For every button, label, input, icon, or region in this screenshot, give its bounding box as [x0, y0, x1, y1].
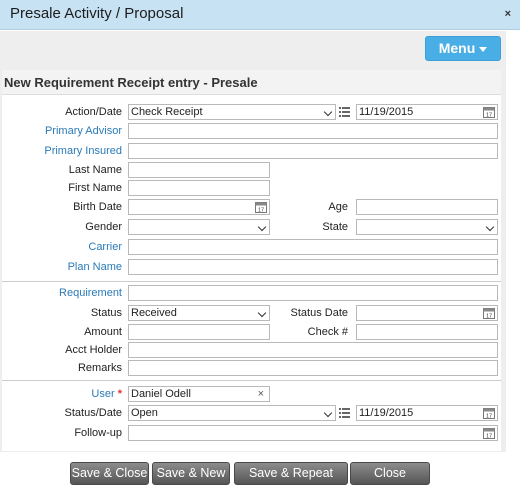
status-select[interactable]: Received: [128, 305, 270, 321]
primary-advisor-label[interactable]: Primary Advisor: [45, 125, 122, 137]
user-label[interactable]: User *: [91, 388, 122, 400]
divider: [2, 380, 501, 381]
status-date-label: Status Date: [290, 307, 348, 319]
requirement-input[interactable]: [128, 285, 498, 301]
remarks-input[interactable]: [128, 360, 498, 376]
required-marker: *: [117, 388, 122, 400]
section-header: New Requirement Receipt entry - Presale: [2, 70, 501, 95]
birth-date-input[interactable]: 17: [128, 199, 270, 215]
followup-input[interactable]: 17: [128, 425, 498, 441]
clear-icon[interactable]: ×: [258, 387, 264, 401]
birth-date-label: Birth Date: [73, 201, 122, 213]
calendar-icon[interactable]: 17: [483, 307, 495, 319]
first-name-input[interactable]: [128, 180, 270, 196]
close-icon[interactable]: ×: [505, 8, 511, 20]
status2-select-value: Open: [131, 407, 158, 419]
action-date-input[interactable]: 11/19/2015 17: [356, 104, 498, 120]
user-input[interactable]: Daniel Odell ×: [128, 386, 270, 402]
state-label: State: [322, 221, 348, 233]
svg-text:17: 17: [486, 434, 492, 440]
chevron-down-icon: [323, 107, 333, 117]
remarks-label: Remarks: [77, 362, 122, 374]
svg-text:17: 17: [258, 208, 264, 214]
form-panel: New Requirement Receipt entry - Presale …: [2, 70, 501, 451]
status-date-input[interactable]: 17: [356, 305, 498, 321]
window-title: Presale Activity / Proposal: [10, 5, 184, 22]
status-label: Status: [90, 307, 122, 319]
plan-name-input[interactable]: [128, 259, 498, 275]
acct-holder-label: Acct Holder: [65, 344, 122, 356]
close-button[interactable]: Close: [350, 462, 430, 485]
chevron-down-icon: [257, 222, 267, 232]
menu-button-label: Menu: [438, 40, 476, 56]
calendar-icon[interactable]: 17: [483, 427, 495, 439]
svg-text:17: 17: [486, 314, 492, 320]
age-label: Age: [328, 201, 348, 213]
acct-holder-input[interactable]: [128, 342, 498, 358]
list-icon[interactable]: [339, 408, 350, 418]
section-title: New Requirement Receipt entry - Presale: [4, 75, 258, 90]
amount-label: Amount: [84, 326, 122, 338]
status-select-value: Received: [131, 307, 177, 319]
action-date-value: 11/19/2015: [359, 106, 414, 118]
action-select-value: Check Receipt: [131, 106, 203, 118]
amount-input[interactable]: [128, 324, 270, 340]
action-select[interactable]: Check Receipt: [128, 104, 336, 120]
last-name-input[interactable]: [128, 162, 270, 178]
status2-select[interactable]: Open: [128, 405, 336, 421]
status-date2-label: Status/Date: [64, 407, 122, 419]
state-select[interactable]: [356, 219, 498, 235]
gender-select[interactable]: [128, 219, 270, 235]
divider: [2, 281, 501, 282]
chevron-down-icon: [323, 408, 333, 418]
calendar-icon[interactable]: 17: [483, 106, 495, 118]
user-label-text: User: [91, 388, 115, 400]
calendar-icon[interactable]: 17: [255, 201, 267, 213]
followup-label: Follow-up: [74, 427, 122, 439]
last-name-label: Last Name: [68, 164, 122, 176]
primary-insured-label[interactable]: Primary Insured: [44, 145, 122, 157]
check-number-label: Check #: [307, 326, 348, 338]
save-repeat-button[interactable]: Save & Repeat: [234, 462, 348, 485]
plan-name-label[interactable]: Plan Name: [68, 261, 122, 273]
primary-advisor-input[interactable]: [128, 123, 498, 139]
window-titlebar: Presale Activity / Proposal ×: [0, 0, 520, 30]
requirement-label[interactable]: Requirement: [59, 287, 122, 299]
status2-date-value: 11/19/2015: [359, 407, 414, 419]
carrier-input[interactable]: [128, 239, 498, 255]
check-number-input[interactable]: [356, 324, 498, 340]
action-date-label: Action/Date: [65, 106, 122, 118]
svg-text:17: 17: [486, 414, 492, 420]
save-close-button[interactable]: Save & Close: [70, 462, 149, 485]
primary-insured-input[interactable]: [128, 143, 498, 159]
menu-button[interactable]: Menu: [425, 36, 501, 61]
age-input[interactable]: [356, 199, 498, 215]
caret-down-icon: [479, 46, 488, 52]
svg-text:17: 17: [486, 113, 492, 119]
save-new-button[interactable]: Save & New: [152, 462, 230, 485]
status2-date-input[interactable]: 11/19/2015 17: [356, 405, 498, 421]
chevron-down-icon: [485, 222, 495, 232]
calendar-icon[interactable]: 17: [483, 407, 495, 419]
button-bar: Save & Close Save & New Save & Repeat Cl…: [0, 452, 520, 493]
list-icon[interactable]: [339, 107, 350, 117]
first-name-label: First Name: [68, 182, 122, 194]
chevron-down-icon: [257, 308, 267, 318]
carrier-label[interactable]: Carrier: [88, 241, 122, 253]
gender-label: Gender: [85, 221, 122, 233]
user-value: Daniel Odell: [131, 388, 191, 400]
